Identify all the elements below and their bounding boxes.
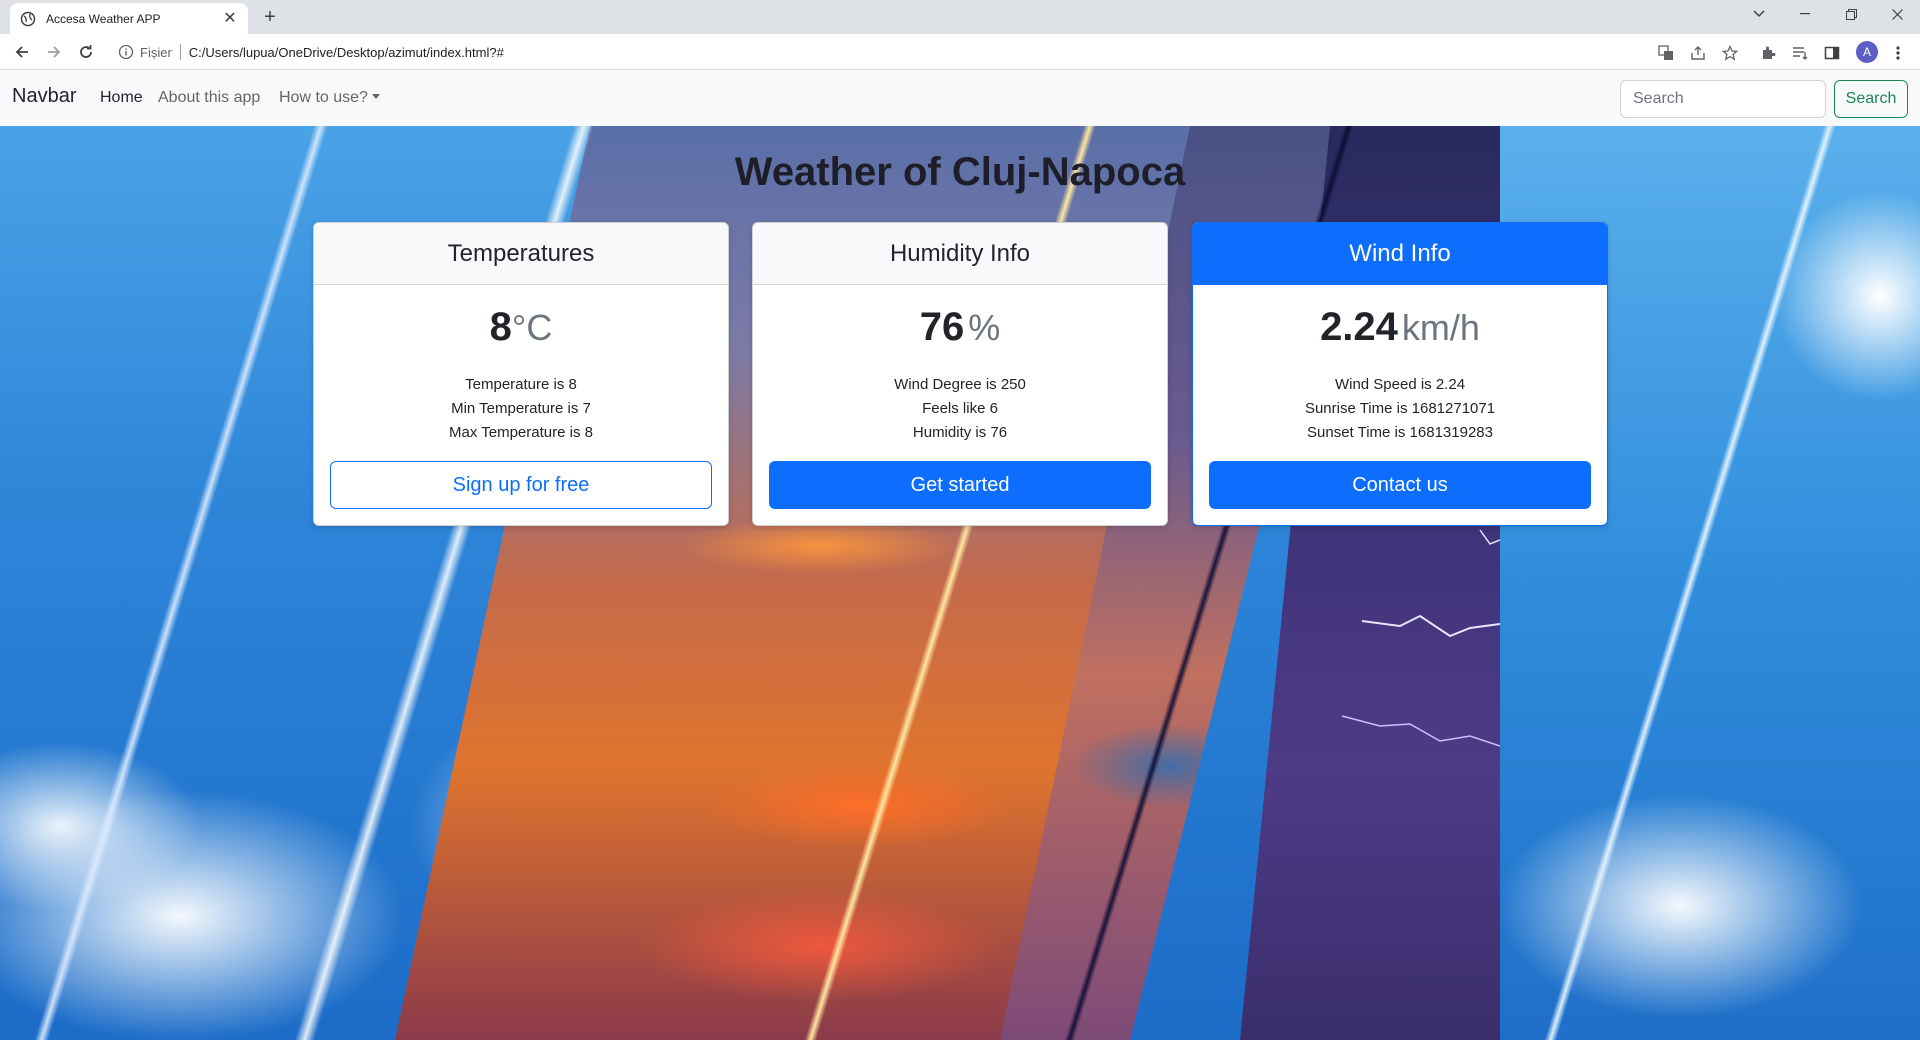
contact-us-button[interactable]: Contact us [1209,461,1591,509]
close-tab-icon[interactable]: ✕ [222,10,238,27]
translate-icon[interactable] [1656,43,1676,63]
url-scheme-label: Fișier [140,44,172,60]
caret-down-icon [371,94,380,99]
wind-value: 2.24 km/h [1193,305,1607,355]
bookmark-star-icon[interactable] [1720,43,1740,63]
detail-line: Feels like 6 [922,400,998,417]
detail-line: Wind Speed is 2.24 [1334,376,1466,393]
close-window-icon[interactable] [1874,0,1920,28]
value-unit: km/h [1401,307,1480,348]
temperature-card: Temperatures 8°C Temperature is 8 Min Te… [313,222,729,526]
detail-line: Temperature is 8 [465,376,577,393]
side-panel-icon[interactable] [1822,43,1842,63]
card-header: Humidity Info [753,223,1167,285]
forward-arrow-icon[interactable] [42,40,66,64]
search-button[interactable]: Search [1834,80,1908,118]
address-bar[interactable]: Fișier C:/Users/lupua/OneDrive/Desktop/a… [110,38,1640,66]
info-icon[interactable] [118,44,134,60]
extensions-icon[interactable] [1758,43,1778,63]
new-tab-button[interactable]: + [258,6,282,28]
url-separator [179,44,181,60]
reading-list-icon[interactable] [1790,43,1810,63]
humidity-value: 76% [753,305,1167,355]
card-details: Wind Speed is 2.24 Sunrise Time is 16812… [1193,373,1607,445]
value-number: 2.24 [1320,305,1398,349]
browser-tab[interactable]: Accesa Weather APP ✕ [10,3,248,34]
detail-line: Humidity is 76 [912,424,1008,441]
detail-line: Max Temperature is 8 [449,424,593,441]
nav-dropdown-how-to-use[interactable]: How to use? [279,89,380,107]
nav-dropdown-label: How to use? [279,89,368,106]
tab-title: Accesa Weather APP [46,11,161,26]
humidity-card: Humidity Info 76% Wind Degree is 250 Fee… [752,222,1168,526]
card-details: Wind Degree is 250 Feels like 6 Humidity… [753,373,1167,445]
value-unit: °C [511,307,553,348]
minimize-icon[interactable] [1782,0,1828,28]
share-icon[interactable] [1688,43,1708,63]
value-unit: % [968,307,1001,348]
get-started-button[interactable]: Get started [769,461,1151,509]
restore-icon[interactable] [1828,0,1874,28]
browser-tab-strip: Accesa Weather APP ✕ + [0,0,1920,34]
card-header: Wind Info [1193,223,1607,285]
detail-line: Min Temperature is 7 [451,400,591,417]
reload-icon[interactable] [74,40,98,64]
detail-line: Wind Degree is 250 [894,376,1026,393]
card-details: Temperature is 8 Min Temperature is 7 Ma… [314,373,728,445]
card-header: Temperatures [314,223,728,285]
more-menu-icon[interactable] [1888,43,1908,63]
page-title: Weather of Cluj-Napoca [734,150,1186,194]
wind-card: Wind Info 2.24 km/h Wind Speed is 2.24 Su… [1192,222,1608,526]
nav-link-home[interactable]: Home [100,89,143,107]
back-arrow-icon[interactable] [10,40,34,64]
detail-line: Sunrise Time is 1681271071 [1304,400,1496,417]
site-navbar: Navbar Home About this app How to use? S… [0,70,1920,126]
search-input[interactable] [1620,80,1826,118]
profile-avatar[interactable]: A [1856,41,1878,63]
browser-toolbar: Fișier C:/Users/lupua/OneDrive/Desktop/a… [0,34,1920,70]
url-text[interactable]: C:/Users/lupua/OneDrive/Desktop/azimut/i… [189,45,504,60]
navbar-brand[interactable]: Navbar [12,85,76,108]
temperature-value: 8°C [314,305,728,355]
sign-up-button[interactable]: Sign up for free [330,461,712,509]
value-number: 76 [919,305,965,349]
nav-link-about[interactable]: About this app [158,89,260,107]
globe-icon [20,11,36,27]
tab-search-icon[interactable] [1736,0,1782,28]
value-number: 8 [489,305,512,349]
detail-line: Sunset Time is 1681319283 [1307,424,1493,441]
